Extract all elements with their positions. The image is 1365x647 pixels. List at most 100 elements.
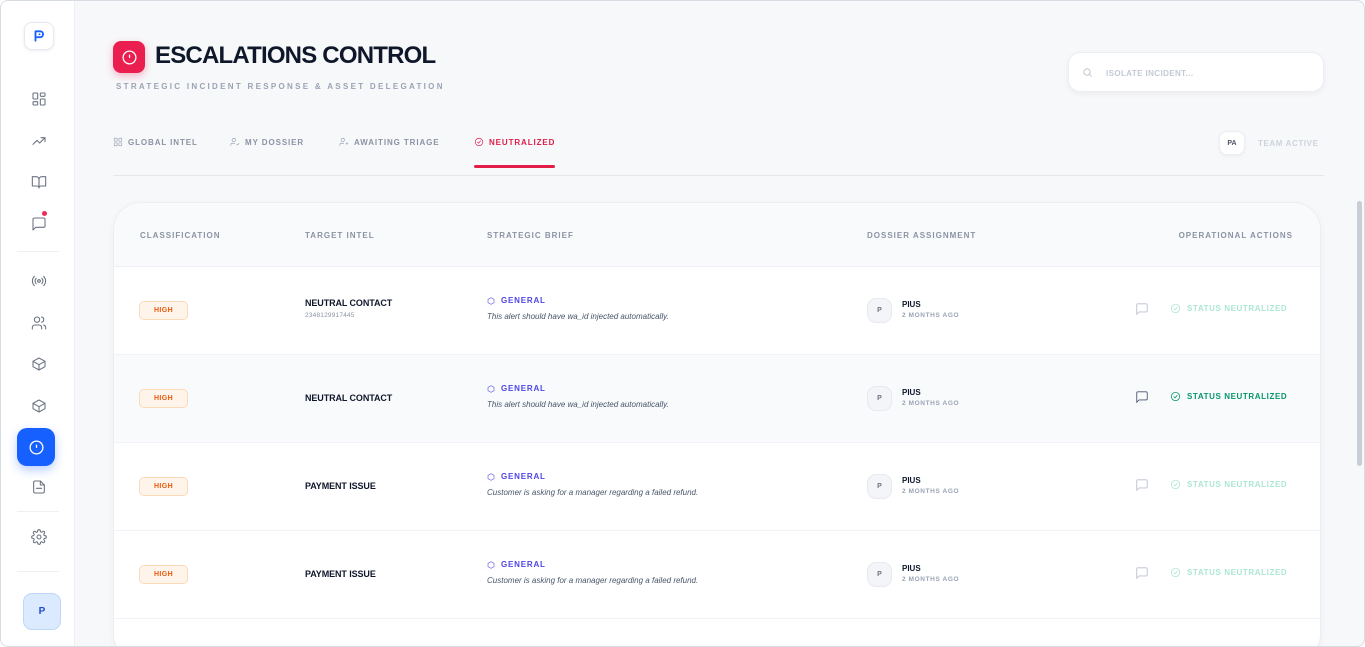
column-header-target: TARGET INTEL: [305, 231, 375, 240]
brief-text: Customer is asking for a manager regardi…: [487, 488, 699, 497]
assigned-time: 2 MONTHS AGO: [902, 312, 960, 319]
page-subtitle: STRATEGIC INCIDENT RESPONSE & ASSET DELE…: [116, 82, 445, 91]
status-label: STATUS NEUTRALIZED: [1187, 392, 1288, 401]
tab-label: NEUTRALIZED: [489, 138, 556, 147]
nav-reports[interactable]: [27, 475, 51, 499]
title-alert-badge: [113, 41, 145, 73]
tab-label: AWAITING TRIAGE: [354, 138, 440, 147]
comment-button[interactable]: [1135, 566, 1149, 580]
assignee-avatar: P: [867, 298, 892, 323]
assignee-avatar: P: [867, 386, 892, 411]
assigned-time: 2 MONTHS AGO: [902, 488, 960, 495]
chat-icon: [32, 217, 46, 231]
column-header-assignment: DOSSIER ASSIGNMENT: [867, 231, 977, 240]
nav-products[interactable]: [27, 352, 51, 376]
search-input[interactable]: [1106, 64, 1306, 82]
user-avatar[interactable]: P: [23, 593, 61, 630]
table-header: CLASSIFICATION TARGET INTEL STRATEGIC BR…: [114, 203, 1320, 267]
page-title: ESCALATIONS CONTROL: [155, 42, 436, 69]
file-icon: [33, 480, 45, 494]
status-neutralized-button[interactable]: STATUS NEUTRALIZED: [1170, 303, 1287, 314]
priority-badge: HIGH: [139, 477, 188, 496]
table-row[interactable]: HIGH PAYMENT ISSUE GENERAL Customer is a…: [114, 531, 1320, 619]
hexagon-icon: [487, 560, 495, 569]
brief-category-label: GENERAL: [501, 384, 546, 393]
priority-badge: HIGH: [139, 301, 188, 320]
grid-icon: [32, 92, 46, 106]
chat-icon: [1136, 567, 1148, 580]
nav-analytics[interactable]: [27, 129, 51, 153]
tabs-divider: [113, 175, 1324, 176]
sidebar: P: [1, 1, 75, 646]
status-label: STATUS NEUTRALIZED: [1187, 304, 1288, 313]
nav-messages[interactable]: [27, 211, 51, 236]
column-header-actions: OPERATIONAL ACTIONS: [1178, 231, 1293, 240]
target-name: NEUTRAL CONTACT: [305, 298, 393, 308]
app-window: P ESCALATIONS CONTROL STRATEGIC INCIDENT…: [0, 0, 1365, 647]
tab-label: MY DOSSIER: [245, 138, 305, 147]
escalations-table: CLASSIFICATION TARGET INTEL STRATEGIC BR…: [113, 202, 1321, 646]
comment-button[interactable]: [1135, 478, 1149, 492]
check-circle-icon: [1170, 479, 1181, 490]
brief-category-tag: GENERAL: [487, 296, 546, 305]
check-circle-icon: [1170, 567, 1181, 578]
tab-label: GLOBAL INTEL: [128, 138, 198, 147]
target-name: NEUTRAL CONTACT: [305, 393, 393, 403]
hexagon-icon: [487, 384, 495, 393]
status-neutralized-button[interactable]: STATUS NEUTRALIZED: [1170, 479, 1287, 490]
team-avatar[interactable]: PA: [1219, 131, 1245, 155]
nav-knowledge[interactable]: [27, 170, 51, 194]
status-neutralized-button[interactable]: STATUS NEUTRALIZED: [1170, 391, 1287, 402]
assignee-name: PIUS: [902, 388, 921, 397]
status-neutralized-button[interactable]: STATUS NEUTRALIZED: [1170, 567, 1287, 578]
nav-contacts[interactable]: [27, 311, 51, 335]
brief-text: This alert should have wa_id injected au…: [487, 312, 669, 321]
tab-my-dossier[interactable]: MY DOSSIER: [230, 131, 304, 168]
tab-neutralized[interactable]: NEUTRALIZED: [474, 131, 556, 168]
nav-escalations[interactable]: [17, 428, 55, 466]
target-name: PAYMENT ISSUE: [305, 481, 376, 491]
priority-badge: HIGH: [139, 389, 188, 408]
grid-icon: [113, 137, 123, 147]
table-row[interactable]: HIGH NEUTRAL CONTACT 2348129917445 GENER…: [114, 267, 1320, 355]
table-row[interactable]: HIGH NEUTRAL CONTACT GENERAL This alert …: [114, 355, 1320, 443]
tab-awaiting-triage[interactable]: AWAITING TRIAGE: [339, 131, 440, 168]
comment-button[interactable]: [1135, 390, 1149, 404]
nav-settings[interactable]: [27, 525, 51, 549]
status-label: STATUS NEUTRALIZED: [1187, 480, 1288, 489]
chat-icon: [1136, 303, 1148, 316]
brief-text: Customer is asking for a manager regardi…: [487, 576, 699, 585]
assignee-avatar: P: [867, 562, 892, 587]
alert-circle-icon: [28, 439, 44, 455]
radio-icon: [31, 275, 47, 287]
assignee-name: PIUS: [902, 300, 921, 309]
assignee-name: PIUS: [902, 476, 921, 485]
nav-dashboard[interactable]: [27, 87, 51, 111]
logo-icon: [34, 30, 44, 42]
table-row[interactable]: HIGH PAYMENT ISSUE GENERAL Customer is a…: [114, 443, 1320, 531]
assigned-time: 2 MONTHS AGO: [902, 400, 960, 407]
check-circle-icon: [1170, 303, 1181, 314]
page-scrollbar[interactable]: [1357, 201, 1362, 466]
assignee-avatar: P: [867, 474, 892, 499]
nav-broadcast[interactable]: [27, 269, 51, 293]
brief-category-tag: GENERAL: [487, 384, 546, 393]
target-name: PAYMENT ISSUE: [305, 569, 376, 579]
brief-category-label: GENERAL: [501, 472, 546, 481]
box-icon: [32, 357, 46, 371]
sidebar-divider: [17, 511, 59, 512]
nav-inventory[interactable]: [27, 394, 51, 418]
chat-icon: [1136, 391, 1148, 404]
sidebar-divider: [17, 571, 59, 572]
app-logo[interactable]: [24, 22, 54, 50]
chat-icon: [1136, 479, 1148, 492]
column-header-brief: STRATEGIC BRIEF: [487, 231, 574, 240]
box-icon: [32, 399, 46, 413]
search-icon: [1083, 68, 1092, 77]
comment-button[interactable]: [1135, 302, 1149, 316]
book-icon: [31, 176, 47, 189]
tab-global-intel[interactable]: GLOBAL INTEL: [113, 131, 198, 168]
brief-text: This alert should have wa_id injected au…: [487, 400, 669, 409]
hexagon-icon: [487, 296, 495, 305]
brief-category-label: GENERAL: [501, 560, 546, 569]
